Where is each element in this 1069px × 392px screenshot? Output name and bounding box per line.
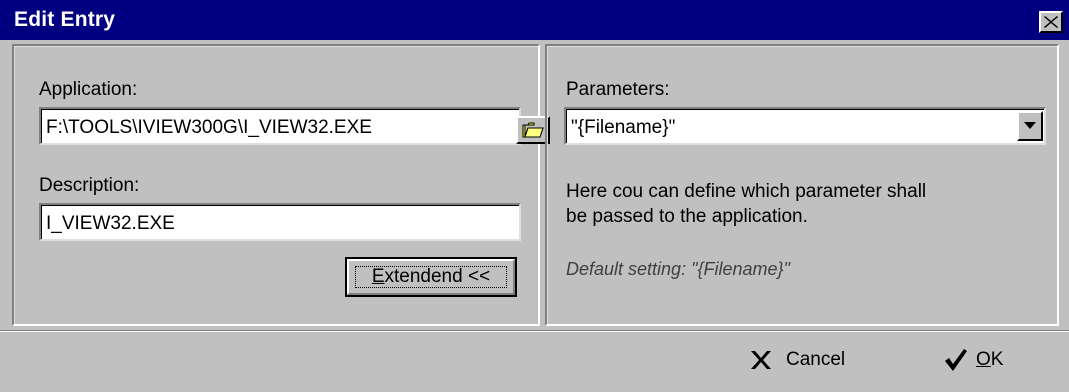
folder-open-icon [522,122,544,138]
application-value: F:\TOOLS\IVIEW300G\I_VIEW32.EXE [46,117,372,138]
chevron-down-icon [1024,122,1036,129]
parameters-value: "{Filename}" [571,117,676,138]
description-field[interactable]: I_VIEW32.EXE [39,203,521,241]
close-button[interactable] [1039,11,1063,33]
extend-label: xtendend << [384,266,491,287]
extend-button[interactable]: Extendend << [345,257,517,297]
parameters-panel: Parameters: "{Filename}" Here cou can de… [545,44,1059,326]
parameters-combobox[interactable]: "{Filename}" [564,107,1046,145]
help-text-line2: be passed to the application. [566,206,808,227]
ok-label: K [990,349,1004,370]
default-setting-text: Default setting: "{Filename}" [566,259,790,279]
footer-divider [0,330,1069,332]
x-icon [750,350,772,370]
extend-label-accel: E [371,266,385,287]
application-label: Application: [39,79,138,100]
description-value: I_VIEW32.EXE [46,213,175,234]
window-title: Edit Entry [14,8,116,31]
close-icon [1044,16,1058,28]
description-label: Description: [39,175,140,196]
checkmark-icon [944,348,968,372]
cancel-button[interactable]: Cancel [750,340,845,380]
parameters-label: Parameters: [566,79,670,100]
ok-button[interactable]: OK [944,340,1003,380]
application-field[interactable]: F:\TOOLS\IVIEW300G\I_VIEW32.EXE [39,107,550,145]
help-text-line1: Here cou can define which parameter shal… [566,181,927,202]
edit-entry-dialog: Edit Entry Application: F:\TOOLS\IVIEW30… [0,0,1069,392]
parameters-dropdown-button[interactable] [1017,111,1043,141]
title-bar: Edit Entry [0,0,1069,40]
cancel-label: Cancel [786,349,846,370]
ok-label-accel: O [976,349,991,370]
